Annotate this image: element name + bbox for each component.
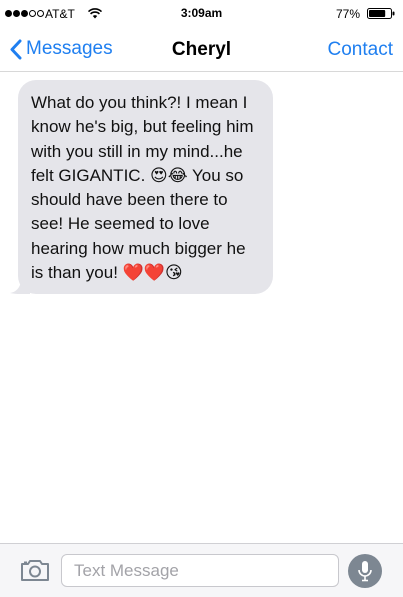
contact-button[interactable]: Contact: [328, 39, 393, 61]
camera-icon[interactable]: [20, 558, 50, 582]
message-input[interactable]: [61, 554, 339, 587]
nav-bar: Messages Cheryl Contact: [0, 28, 403, 72]
message-row: What do you think?! I mean I know he's b…: [10, 80, 273, 295]
input-bar: [0, 543, 403, 597]
incoming-message-bubble[interactable]: What do you think?! I mean I know he's b…: [18, 80, 273, 295]
battery-icon: [367, 8, 395, 19]
microphone-icon: [358, 561, 372, 582]
message-thread[interactable]: What do you think?! I mean I know he's b…: [0, 72, 403, 542]
microphone-button[interactable]: [348, 554, 382, 588]
battery-percent: 77%: [335, 7, 360, 21]
status-bar: AT&T 3:09am 77%: [0, 0, 403, 28]
